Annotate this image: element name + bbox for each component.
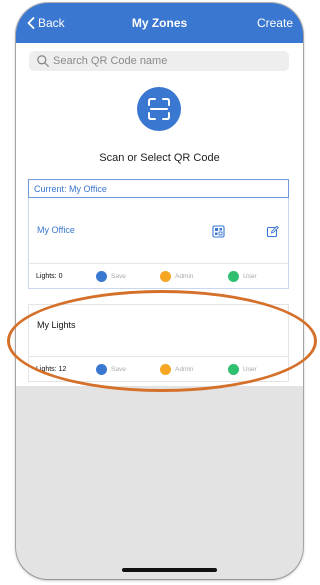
edit-icon[interactable]	[266, 225, 279, 238]
admin-button[interactable]: Admin	[160, 270, 228, 282]
qr-scan-icon	[148, 98, 170, 120]
save-label: Save	[111, 272, 126, 280]
save-button[interactable]: Save	[96, 270, 160, 282]
zone-card-footer: Lights: 0 Save Admin User	[29, 263, 288, 288]
search-icon	[37, 55, 49, 67]
lights-count: Lights: 0	[36, 272, 63, 280]
save-icon	[96, 270, 107, 282]
search-bar[interactable]	[29, 51, 289, 71]
user-icon	[228, 270, 239, 282]
highlight-annotation	[7, 290, 317, 392]
admin-label: Admin	[175, 272, 194, 280]
user-button[interactable]: User	[228, 270, 257, 282]
current-zone-header: Current: My Office	[28, 179, 289, 198]
navigation-bar: Back My Zones Create	[16, 3, 303, 43]
zone-name[interactable]: My Office	[37, 225, 75, 235]
home-indicator	[122, 568, 217, 572]
scan-instruction: Scan or Select QR Code	[99, 152, 220, 164]
create-button[interactable]: Create	[257, 16, 293, 30]
qr-code-icon[interactable]	[212, 225, 225, 238]
admin-icon	[160, 270, 171, 282]
user-label: User	[243, 272, 257, 280]
search-input[interactable]	[53, 55, 273, 67]
zone-card[interactable]: My Office Lights: 0 Save Admin User	[28, 198, 289, 289]
scan-qr-button[interactable]	[137, 87, 181, 131]
